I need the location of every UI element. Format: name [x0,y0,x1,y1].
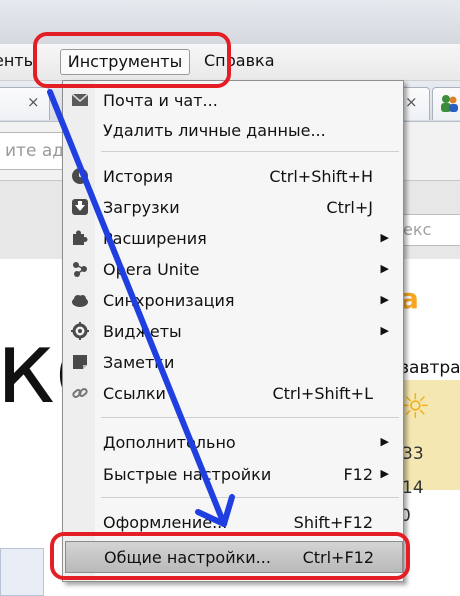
annotation-blue-arrow [47,89,235,527]
